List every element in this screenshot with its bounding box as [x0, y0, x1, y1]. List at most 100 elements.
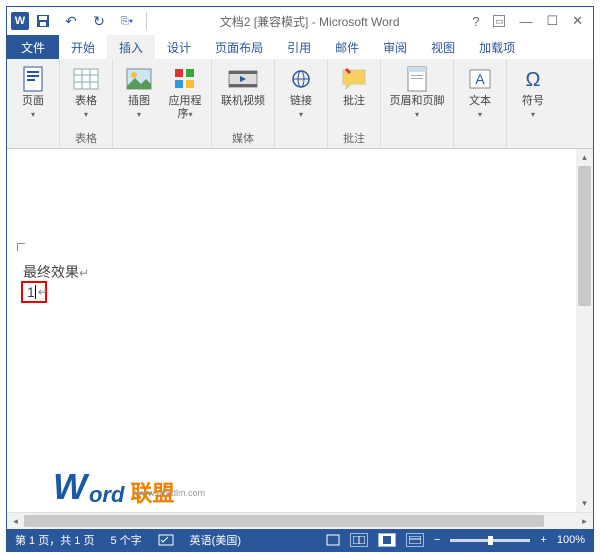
- window-controls: ? ▭ — ☐ ✕: [472, 13, 589, 29]
- group-illustrations: 插图▾ 应用程 序▾: [113, 59, 212, 148]
- ribbon: 页面▾ 表格▾ 表格 插图▾ 应用程 序▾: [7, 59, 593, 149]
- zoom-slider[interactable]: [450, 539, 530, 542]
- web-layout-icon[interactable]: [406, 533, 424, 547]
- tab-layout[interactable]: 页面布局: [203, 35, 275, 59]
- zoom-thumb[interactable]: [488, 536, 493, 545]
- group-label-media: 媒体: [232, 130, 254, 146]
- illustrations-label: 插图: [128, 95, 150, 107]
- tab-addins[interactable]: 加载项: [467, 35, 527, 59]
- help-icon[interactable]: ?: [472, 14, 479, 29]
- picture-icon: [124, 65, 154, 93]
- scroll-thumb-h[interactable]: [24, 515, 544, 527]
- horizontal-scrollbar[interactable]: ◂ ▸: [7, 512, 593, 529]
- scroll-down-icon[interactable]: ▾: [576, 495, 593, 512]
- paragraph-mark-icon: ↵: [38, 285, 48, 299]
- page-icon: [18, 65, 48, 93]
- tab-home[interactable]: 开始: [59, 35, 107, 59]
- text-icon: A: [465, 65, 495, 93]
- apps-label: 应用程 序: [169, 95, 202, 120]
- scroll-left-icon[interactable]: ◂: [7, 513, 24, 529]
- scroll-right-icon[interactable]: ▸: [576, 513, 593, 529]
- close-icon[interactable]: ✕: [572, 13, 583, 29]
- tab-view[interactable]: 视图: [419, 35, 467, 59]
- header-footer-label: 页眉和页脚: [390, 95, 445, 107]
- svg-text:Ω: Ω: [526, 69, 541, 90]
- online-video-label: 联机视频: [221, 95, 265, 108]
- statusbar: 第 1 页，共 1 页 5 个字 英语(美国) − + 100%: [7, 529, 593, 551]
- vertical-scrollbar[interactable]: ▴ ▾: [576, 149, 593, 512]
- group-label-pages: [31, 134, 34, 146]
- group-label-links: [299, 134, 302, 146]
- group-text: A 文本▾: [454, 59, 507, 148]
- maximize-icon[interactable]: ☐: [546, 13, 558, 29]
- scroll-up-icon[interactable]: ▴: [576, 149, 593, 166]
- redo-icon[interactable]: ↻: [90, 12, 108, 30]
- links-button[interactable]: 链接▾: [281, 63, 321, 121]
- group-label-comments: 批注: [343, 130, 365, 146]
- links-label: 链接: [290, 95, 312, 107]
- pages-button[interactable]: 页面▾: [13, 63, 53, 121]
- svg-text:A: A: [475, 71, 485, 87]
- omega-icon: Ω: [518, 65, 548, 93]
- zoom-in-icon[interactable]: +: [540, 534, 546, 546]
- link-icon: [286, 65, 316, 93]
- apps-button[interactable]: 应用程 序▾: [165, 63, 205, 121]
- minimize-icon[interactable]: —: [519, 14, 532, 29]
- word-logo-icon: W: [11, 12, 29, 30]
- language[interactable]: 英语(美国): [190, 532, 241, 548]
- scroll-track-h[interactable]: [24, 513, 576, 529]
- pages-label: 页面: [22, 95, 44, 107]
- page-info[interactable]: 第 1 页，共 1 页: [15, 532, 94, 548]
- header-icon: [402, 65, 432, 93]
- tab-review[interactable]: 审阅: [371, 35, 419, 59]
- apps-icon: [170, 65, 200, 93]
- spell-check-icon[interactable]: [158, 534, 174, 546]
- document-page[interactable]: 最终效果↵ 1↵ W www.wordlm.com ord 联盟: [7, 149, 576, 512]
- tables-button[interactable]: 表格▾: [66, 63, 106, 121]
- header-footer-button[interactable]: 页眉和页脚▾: [387, 63, 447, 121]
- group-comments: 批注 批注: [328, 59, 381, 148]
- group-label-text: [478, 134, 481, 146]
- scroll-thumb[interactable]: [578, 166, 591, 306]
- undo-icon[interactable]: ↶: [62, 12, 80, 30]
- tab-design[interactable]: 设计: [155, 35, 203, 59]
- scroll-track[interactable]: [576, 166, 593, 495]
- tab-mailings[interactable]: 邮件: [323, 35, 371, 59]
- document-area: 最终效果↵ 1↵ W www.wordlm.com ord 联盟 ▴ ▾: [7, 149, 593, 512]
- print-layout-icon[interactable]: [378, 533, 396, 547]
- read-mode-icon[interactable]: [350, 533, 368, 547]
- video-icon: [228, 65, 258, 93]
- highlighted-field: 1↵: [21, 281, 47, 303]
- word-count[interactable]: 5 个字: [110, 532, 141, 548]
- text-button[interactable]: A 文本▾: [460, 63, 500, 121]
- group-header-footer: 页眉和页脚▾: [381, 59, 454, 148]
- tab-insert[interactable]: 插入: [107, 35, 155, 59]
- save-icon[interactable]: [34, 12, 52, 30]
- zoom-out-icon[interactable]: −: [434, 534, 440, 546]
- group-symbols: Ω 符号▾: [507, 59, 559, 148]
- track-changes-icon[interactable]: [326, 534, 340, 546]
- group-label-symbols: [531, 134, 534, 146]
- tables-label: 表格: [75, 95, 97, 107]
- titlebar: W ↶ ↻ ⎘▾ 文档2 [兼容模式] - Microsoft Word ? ▭…: [7, 7, 593, 35]
- symbols-button[interactable]: Ω 符号▾: [513, 63, 553, 121]
- tab-file[interactable]: 文件: [7, 35, 59, 59]
- text-cursor: [35, 285, 36, 299]
- table-icon: [71, 65, 101, 93]
- quick-access-toolbar: ↶ ↻ ⎘▾: [34, 12, 147, 30]
- group-links: 链接▾: [275, 59, 328, 148]
- customize-qat-icon[interactable]: ⎘▾: [118, 12, 136, 30]
- comments-button[interactable]: 批注: [334, 63, 374, 108]
- ribbon-tabs: 文件 开始 插入 设计 页面布局 引用 邮件 审阅 视图 加载项: [7, 35, 593, 59]
- ribbon-options-icon[interactable]: ▭: [493, 15, 505, 27]
- group-label-hf: [415, 134, 418, 146]
- illustrations-button[interactable]: 插图▾: [119, 63, 159, 121]
- zoom-level[interactable]: 100%: [557, 534, 585, 546]
- document-title: 文档2 [兼容模式] - Microsoft Word: [147, 13, 472, 30]
- online-video-button[interactable]: 联机视频: [218, 63, 268, 108]
- tab-references[interactable]: 引用: [275, 35, 323, 59]
- paragraph-mark-icon: ↵: [79, 266, 89, 280]
- group-tables: 表格▾ 表格: [60, 59, 113, 148]
- symbols-label: 符号: [522, 95, 544, 107]
- margin-mark-icon: [17, 243, 25, 251]
